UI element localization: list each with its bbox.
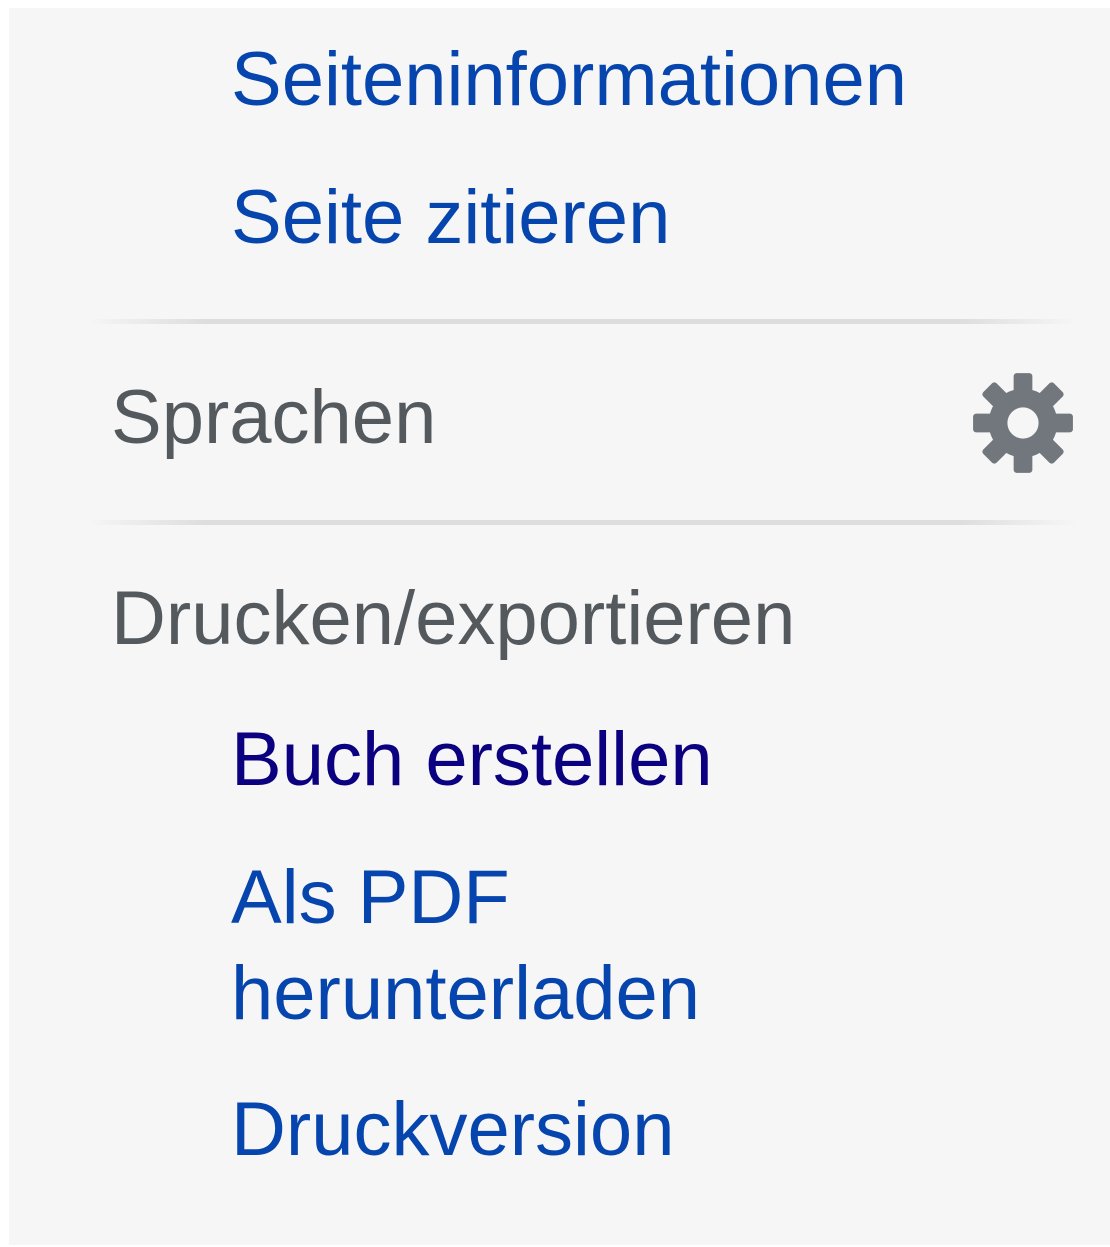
link-seiteninformationen[interactable]: Seiteninformationen: [231, 32, 907, 128]
sidebar-panel: Seiteninformationen Seite zitieren Sprac…: [9, 8, 1110, 1245]
link-druckversion[interactable]: Druckversion: [231, 1082, 674, 1178]
link-buch-erstellen[interactable]: Buch erstellen: [231, 712, 713, 808]
gear-icon[interactable]: [971, 371, 1075, 475]
print-export-heading: Drucken/exportieren: [111, 576, 796, 661]
link-seite-zitieren[interactable]: Seite zitieren: [231, 170, 670, 266]
link-als-pdf-herunterladen[interactable]: Als PDF herunterladen: [231, 850, 791, 1042]
divider: [87, 319, 1077, 324]
link-label-line: Als PDF: [231, 855, 510, 940]
link-label-line: herunterladen: [231, 951, 701, 1036]
divider: [87, 520, 1077, 525]
languages-heading: Sprachen: [111, 375, 437, 460]
